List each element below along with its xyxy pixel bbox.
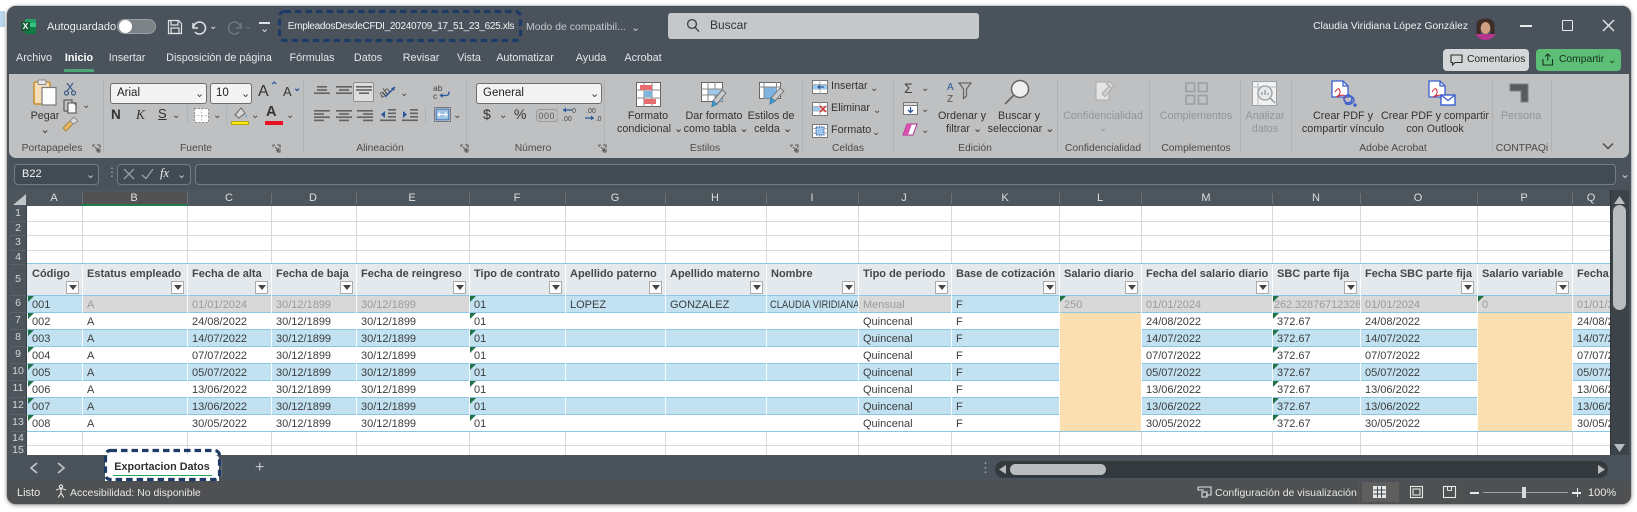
svg-text:.00: .00 bbox=[562, 116, 572, 123]
svg-text:X: X bbox=[23, 21, 29, 31]
svg-text:A: A bbox=[947, 82, 954, 93]
svg-text:0: 0 bbox=[572, 108, 576, 115]
svg-text:.0: .0 bbox=[596, 116, 602, 123]
svg-text:.00: .00 bbox=[586, 108, 596, 115]
svg-text:Z: Z bbox=[947, 94, 953, 105]
